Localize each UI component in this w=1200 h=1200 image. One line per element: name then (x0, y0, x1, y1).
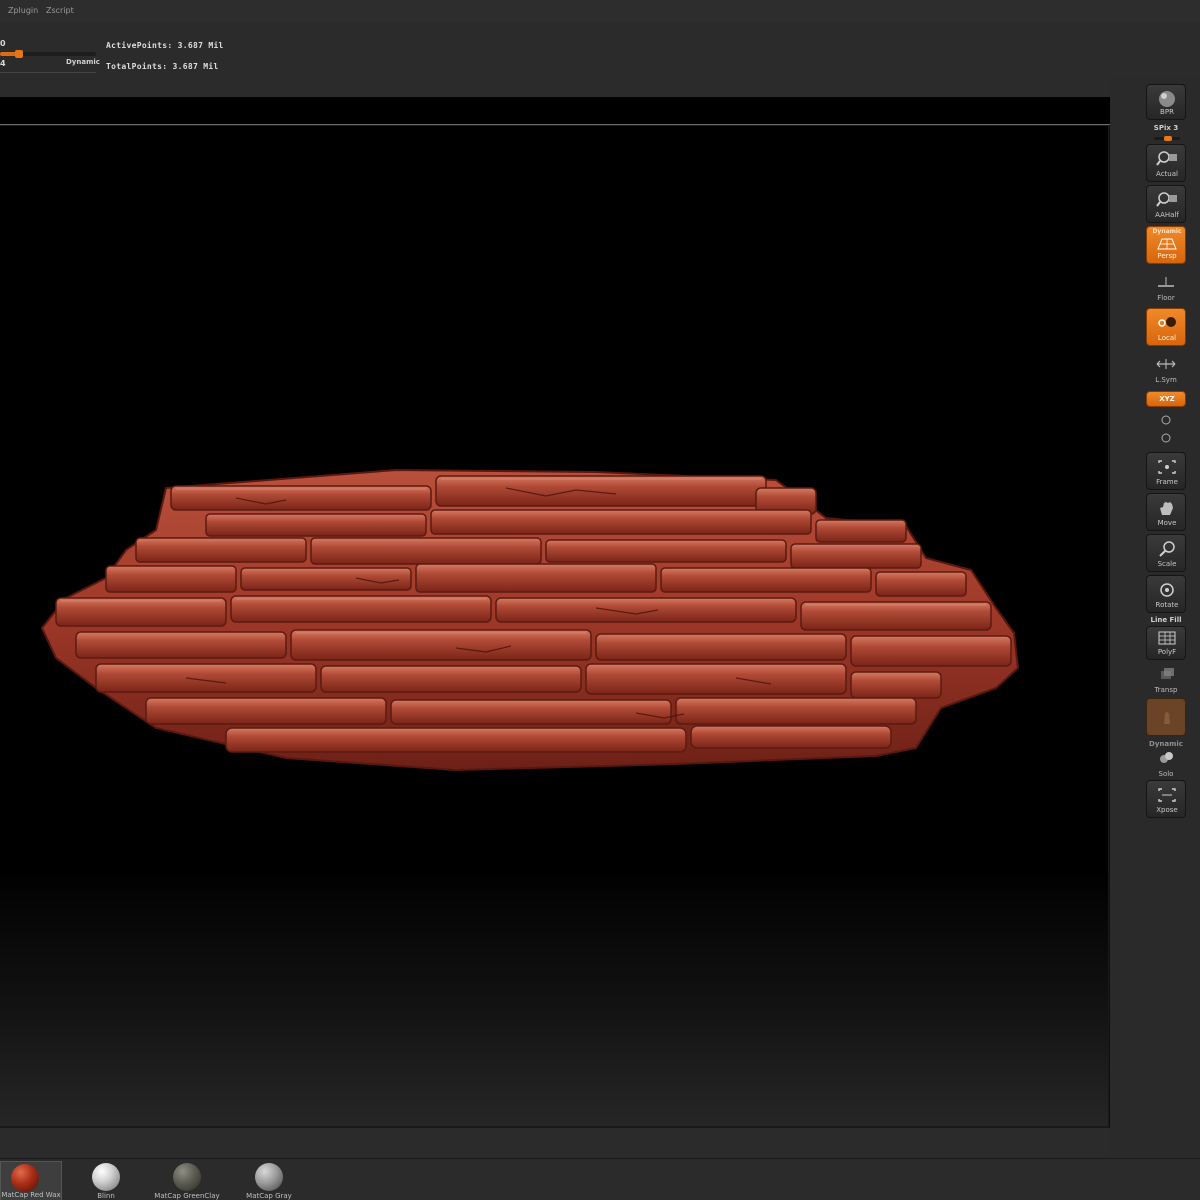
floor-icon (1158, 277, 1174, 287)
solo-spheres-icon (1160, 752, 1173, 763)
rotate-icon (1160, 583, 1174, 597)
lsym-label: L.Sym (1155, 376, 1177, 384)
y-axis-toggle[interactable] (1146, 412, 1186, 426)
ghost-figure-icon (1164, 712, 1170, 724)
solo-label: Solo (1158, 770, 1174, 778)
aahalf-label: AAHalf (1155, 211, 1179, 219)
xpose-label: Xpose (1156, 806, 1178, 814)
solo-button[interactable]: Solo (1146, 746, 1186, 782)
frame-icon (1158, 460, 1176, 474)
zoom-actual-icon (1156, 151, 1177, 166)
bpr-button[interactable]: BPR (1146, 84, 1186, 120)
canvas-header-strip (0, 97, 1110, 125)
polyf-button[interactable]: PolyF (1146, 626, 1186, 660)
dynamic-toggle[interactable]: Dynamic (66, 58, 100, 66)
spix-slider[interactable] (1154, 136, 1180, 141)
right-shelf: BPR SPix 3 Actual AAHalf Dynamic Persp F… (1110, 78, 1200, 1158)
document-canvas-frame (0, 97, 1110, 1128)
scale-label: Scale (1157, 560, 1177, 568)
move-hand-icon (1160, 502, 1173, 515)
total-points-readout: TotalPoints: 3.687 Mil (106, 62, 219, 71)
intensity-slider[interactable] (0, 50, 96, 58)
xpose-button[interactable]: Xpose (1146, 780, 1186, 818)
slider-value-bottom: 4 (0, 59, 6, 68)
xyz-label: XYZ (1159, 395, 1175, 403)
floor-label: Floor (1157, 294, 1175, 302)
scale-button[interactable]: Scale (1146, 534, 1186, 572)
lsym-button[interactable]: L.Sym (1146, 352, 1186, 388)
scale-magnifier-icon (1159, 541, 1175, 557)
polyf-label: PolyF (1157, 648, 1177, 656)
polyframe-grid-icon (1158, 631, 1176, 645)
spix-label: SPix 3 (1153, 124, 1179, 132)
menu-zscript[interactable]: Zscript (46, 6, 74, 15)
frame-button[interactable]: Frame (1146, 452, 1186, 490)
linefill-label: Line Fill (1150, 616, 1182, 624)
transp-button[interactable]: Transp (1146, 662, 1186, 698)
actual-label: Actual (1156, 170, 1178, 178)
z-axis-toggle[interactable] (1146, 430, 1186, 444)
slider-divider (0, 72, 96, 73)
rock-sculpt-model[interactable] (36, 458, 1026, 778)
move-button[interactable]: Move (1146, 493, 1186, 531)
move-label: Move (1157, 519, 1177, 527)
material-label: MatCap Gray (246, 1192, 292, 1200)
material-red-wax[interactable]: MatCap Red Wax (0, 1161, 62, 1200)
bpr-label: BPR (1160, 108, 1174, 116)
material-gray[interactable]: MatCap Gray (238, 1161, 300, 1200)
actual-button[interactable]: Actual (1146, 144, 1186, 182)
transparency-icon (1161, 668, 1174, 679)
bpr-sphere-icon (1159, 91, 1175, 107)
symmetry-arrows-icon (1156, 359, 1176, 369)
aahalf-button[interactable]: AAHalf (1146, 185, 1186, 223)
greenclay-sphere-icon (173, 1163, 201, 1191)
floor-button[interactable]: Floor (1146, 270, 1186, 306)
ghost-button[interactable] (1146, 698, 1186, 736)
rotate-button[interactable]: Rotate (1146, 575, 1186, 613)
red-wax-sphere-icon (11, 1164, 39, 1192)
xyz-button[interactable]: XYZ (1146, 391, 1186, 407)
persp-button[interactable]: Dynamic Persp (1146, 226, 1186, 264)
active-points-readout: ActivePoints: 3.687 Mil (106, 41, 224, 50)
persp-dynamic-tag: Dynamic (1152, 228, 1182, 235)
local-button[interactable]: Local (1146, 308, 1186, 346)
viewport-canvas[interactable] (0, 126, 1108, 1126)
material-label: Blinn (97, 1192, 115, 1200)
perspective-grid-icon (1157, 238, 1177, 250)
persp-label: Persp (1157, 252, 1177, 260)
rotate-label: Rotate (1155, 601, 1179, 609)
material-label: MatCap GreenClay (154, 1192, 220, 1200)
slider-knob[interactable] (15, 50, 23, 58)
blinn-sphere-icon (92, 1163, 120, 1191)
y-rotate-icon (1161, 415, 1171, 425)
local-label: Local (1157, 334, 1177, 342)
xpose-arrows-icon (1158, 788, 1176, 802)
z-rotate-icon (1161, 433, 1171, 443)
spix-knob[interactable] (1164, 136, 1172, 141)
local-rotation-icon (1158, 317, 1176, 327)
gray-sphere-icon (255, 1163, 283, 1191)
material-greenclay[interactable]: MatCap GreenClay (146, 1161, 228, 1200)
top-toolbar: 0 4 Dynamic ActivePoints: 3.687 Mil Tota… (0, 22, 1200, 94)
material-shelf: MatCap Red Wax Blinn MatCap GreenClay Ma… (0, 1158, 1200, 1200)
slider-value-top: 0 (0, 39, 6, 48)
transp-label: Transp (1154, 686, 1178, 694)
menu-zplugin[interactable]: Zplugin (8, 6, 38, 15)
menu-bar: Zplugin Zscript (0, 0, 1200, 22)
material-label: MatCap Red Wax (1, 1191, 61, 1199)
zoom-half-icon (1156, 192, 1177, 207)
material-blinn[interactable]: Blinn (78, 1161, 134, 1200)
frame-label: Frame (1156, 478, 1178, 486)
